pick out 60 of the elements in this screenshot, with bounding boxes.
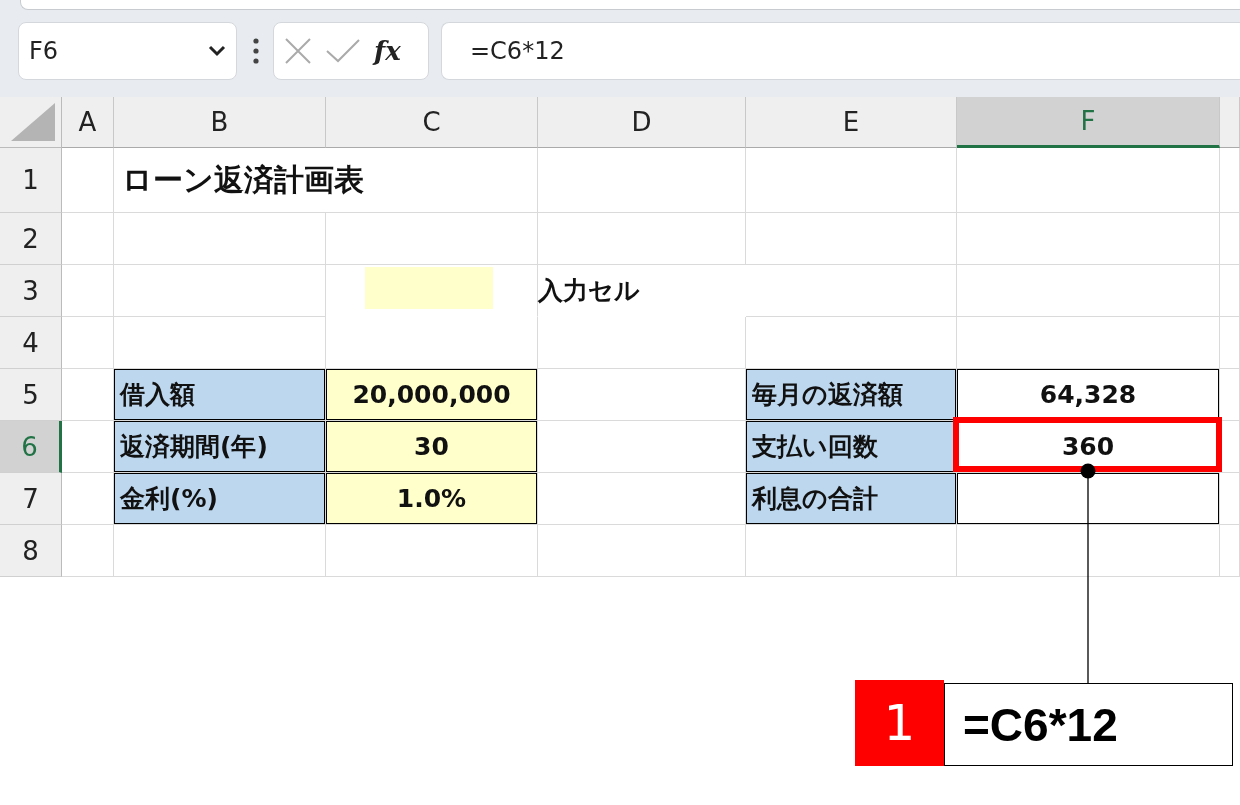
cancel-icon[interactable] [284,37,312,65]
column-header[interactable]: F [957,97,1220,148]
chevron-down-icon [208,45,226,57]
column-header[interactable]: D [538,97,746,148]
empty-cell[interactable] [326,525,538,577]
step-number: 1 [855,680,944,766]
row-header[interactable]: 8 [0,525,62,577]
legend-label: 入力セル [538,265,746,317]
row-header[interactable]: 5 [0,369,62,421]
empty-cell[interactable] [957,148,1220,213]
empty-cell[interactable] [114,265,326,317]
table-cell: 返済期間(年) [114,421,326,473]
empty-cell[interactable] [1220,317,1240,369]
sheet-title: ローン返済計画表 [114,148,538,213]
empty-cell[interactable] [114,213,326,265]
empty-cell[interactable] [746,213,957,265]
empty-cell[interactable] [1220,421,1240,473]
formula-bar[interactable]: =C6*12 [441,22,1240,80]
empty-cell[interactable] [1220,369,1240,421]
formula-callout: =C6*12 [944,683,1233,766]
table-cell: 30 [326,421,538,473]
column-header[interactable]: B [114,97,326,148]
empty-cell[interactable] [746,525,957,577]
column-header[interactable]: C [326,97,538,148]
table-cell: 支払い回数 [746,421,957,473]
table-cell: 1.0% [326,473,538,525]
select-all-button[interactable] [0,97,62,148]
empty-cell[interactable] [957,213,1220,265]
empty-cell[interactable] [1220,473,1240,525]
table-cell: 金利(%) [114,473,326,525]
name-box[interactable]: F6 [18,22,237,80]
empty-cell[interactable] [538,525,746,577]
row-header[interactable]: 6 [0,421,62,473]
table-cell: 20,000,000 [326,369,538,421]
empty-cell[interactable] [1220,525,1240,577]
column-header[interactable]: E [746,97,957,148]
empty-cell[interactable] [1220,213,1240,265]
column-header[interactable] [1220,97,1240,148]
empty-cell[interactable] [1220,265,1240,317]
empty-cell[interactable] [114,525,326,577]
row-header[interactable]: 1 [0,148,62,213]
row-header[interactable]: 2 [0,213,62,265]
more-options-icon[interactable] [253,38,259,64]
empty-cell[interactable] [957,525,1220,577]
empty-cell[interactable] [538,213,746,265]
table-cell: 毎月の返済額 [746,369,957,421]
checkmark-icon[interactable] [326,39,360,63]
empty-cell[interactable] [538,317,746,369]
table-cell: 借入額 [114,369,326,421]
row-header[interactable]: 3 [0,265,62,317]
empty-cell[interactable] [326,213,538,265]
table-cell: 利息の合計 [746,473,957,525]
row-header[interactable]: 7 [0,473,62,525]
empty-cell[interactable] [746,265,957,317]
empty-cell[interactable] [746,148,957,213]
empty-cell[interactable] [538,148,746,213]
insert-function-button[interactable]: fx [374,36,401,66]
column-header[interactable]: A [62,97,114,148]
row-header[interactable]: 4 [0,317,62,369]
empty-cell[interactable] [957,265,1220,317]
